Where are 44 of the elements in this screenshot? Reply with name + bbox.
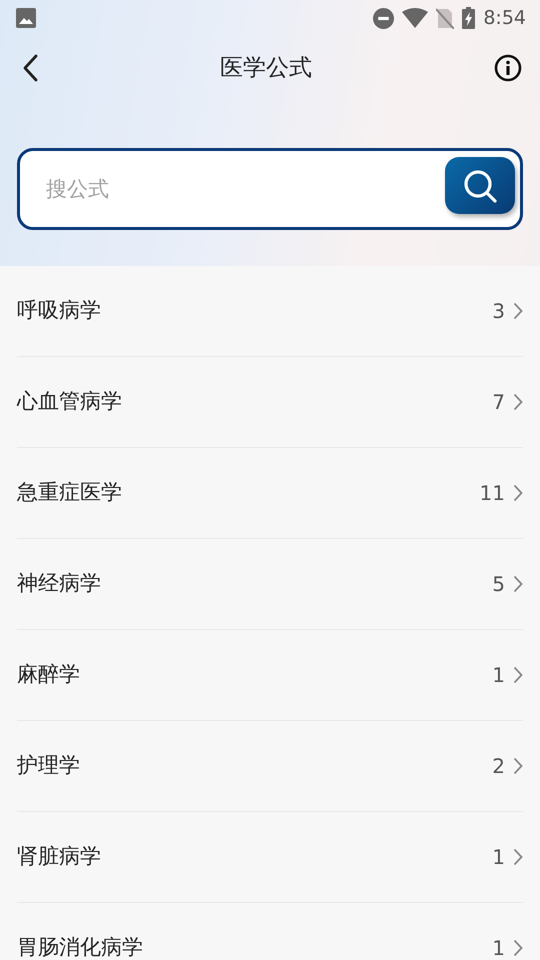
formula-count: 1: [492, 935, 505, 960]
formula-count: 11: [480, 480, 505, 507]
no-sim-icon: [436, 8, 454, 28]
page-title: 医学公式: [220, 54, 312, 83]
category-row[interactable]: 护理学 2: [17, 721, 523, 812]
search-button[interactable]: [445, 157, 515, 214]
clock-time: 8:54: [483, 6, 526, 31]
search-field[interactable]: 搜公式: [17, 148, 523, 230]
category-row[interactable]: 心血管病学 7: [17, 357, 523, 448]
category-row[interactable]: 急重症医学 11: [17, 448, 523, 539]
category-row[interactable]: 呼吸病学 3: [17, 266, 523, 357]
info-icon[interactable]: [494, 54, 522, 82]
category-row[interactable]: 胃肠消化病学 1: [17, 903, 523, 960]
chevron-right-icon: [513, 939, 523, 957]
back-icon[interactable]: [22, 54, 38, 82]
category-row[interactable]: 肾脏病学 1: [17, 812, 523, 903]
category-name: 护理学: [17, 752, 80, 780]
image-icon: [16, 8, 36, 28]
formula-count: 3: [492, 298, 505, 325]
chevron-right-icon: [513, 666, 523, 684]
chevron-right-icon: [513, 484, 523, 502]
category-row[interactable]: 麻醉学 1: [17, 630, 523, 721]
chevron-right-icon: [513, 393, 523, 411]
battery-charging-icon: [462, 7, 476, 29]
do-not-disturb-icon: [373, 8, 394, 28]
category-name: 神经病学: [17, 570, 101, 598]
formula-count: 7: [492, 389, 505, 416]
chevron-right-icon: [513, 757, 523, 775]
category-row[interactable]: 神经病学 5: [17, 539, 523, 630]
formula-count: 1: [492, 844, 505, 871]
formula-count: 1: [492, 662, 505, 689]
category-name: 呼吸病学: [17, 297, 101, 324]
chevron-right-icon: [513, 575, 523, 593]
chevron-right-icon: [513, 848, 523, 866]
category-name: 麻醉学: [17, 661, 80, 688]
search-icon: [462, 168, 498, 204]
category-name: 急重症医学: [17, 479, 122, 506]
formula-count: 5: [492, 571, 505, 598]
chevron-right-icon: [513, 302, 523, 320]
category-name: 心血管病学: [17, 388, 122, 416]
formula-count: 2: [492, 753, 505, 780]
category-name: 胃肠消化病学: [17, 934, 143, 960]
category-name: 肾脏病学: [17, 843, 101, 870]
wifi-icon: [402, 8, 428, 28]
